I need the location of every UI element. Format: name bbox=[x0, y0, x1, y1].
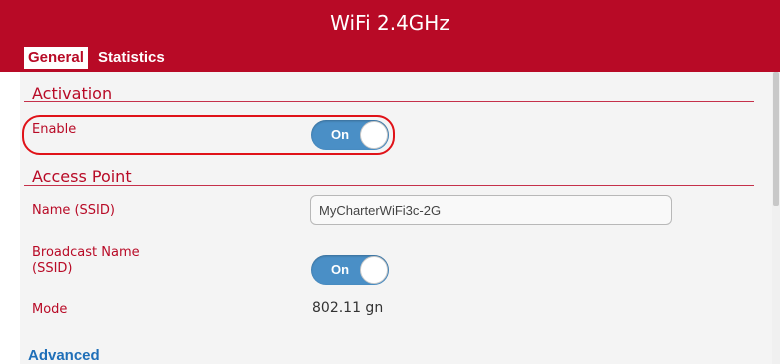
page-title: WiFi 2.4GHz bbox=[330, 11, 450, 35]
mode-label: Mode bbox=[32, 302, 68, 317]
enable-toggle[interactable]: On bbox=[311, 120, 389, 150]
section-divider bbox=[24, 101, 754, 102]
toggle-knob bbox=[360, 121, 388, 149]
enable-label: Enable bbox=[32, 122, 77, 137]
toggle-knob bbox=[360, 256, 388, 284]
tab-statistics[interactable]: Statistics bbox=[94, 47, 169, 69]
broadcast-name-toggle[interactable]: On bbox=[311, 255, 389, 285]
tab-general[interactable]: General bbox=[24, 47, 88, 69]
mode-value: 802.11 gn bbox=[312, 300, 384, 316]
header-bar: WiFi 2.4GHz General Statistics bbox=[0, 0, 780, 72]
broadcast-toggle-label: On bbox=[331, 262, 350, 277]
broadcast-name-label: Broadcast Name (SSID) bbox=[32, 245, 140, 276]
section-title-access-point: Access Point bbox=[32, 167, 132, 186]
ssid-name-input[interactable] bbox=[310, 195, 672, 225]
enable-toggle-label: On bbox=[331, 127, 350, 142]
section-divider bbox=[24, 185, 754, 186]
scrollbar-track[interactable] bbox=[772, 72, 780, 364]
advanced-link[interactable]: Advanced bbox=[28, 347, 100, 364]
scrollbar-thumb[interactable] bbox=[773, 72, 779, 206]
ssid-name-label: Name (SSID) bbox=[32, 203, 115, 218]
